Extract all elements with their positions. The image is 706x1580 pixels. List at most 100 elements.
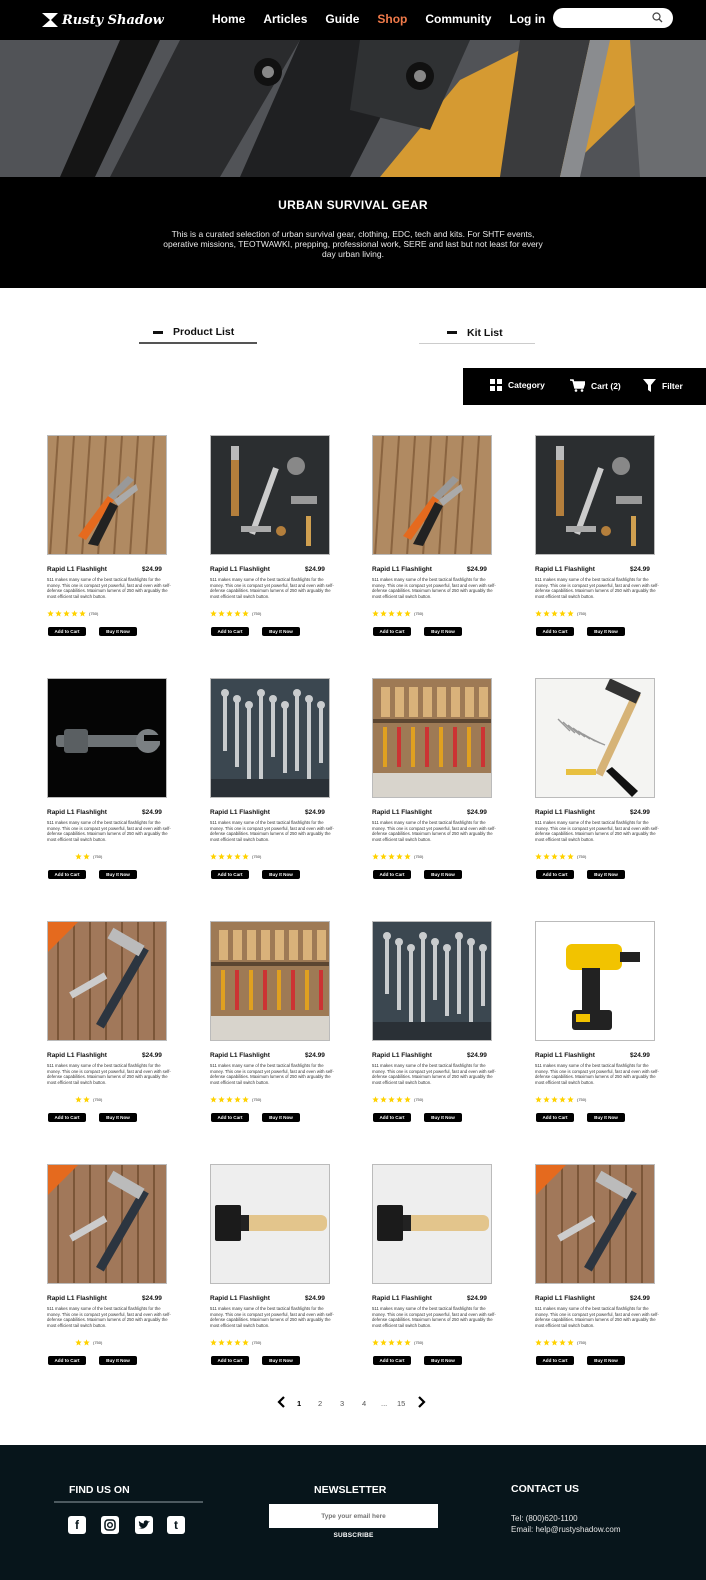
- nav-login[interactable]: Log in: [509, 12, 545, 26]
- product-image[interactable]: [210, 921, 330, 1041]
- category-button[interactable]: Category: [490, 379, 545, 391]
- add-to-cart-button[interactable]: Add to Cart: [536, 870, 574, 879]
- product-name[interactable]: Rapid L1 Flashlight: [47, 1052, 107, 1059]
- product-image[interactable]: [47, 921, 167, 1041]
- product-name[interactable]: Rapid L1 Flashlight: [372, 1295, 432, 1302]
- add-to-cart-button[interactable]: Add to Cart: [211, 1356, 249, 1365]
- product-image[interactable]: [535, 678, 655, 798]
- product-image[interactable]: [535, 1164, 655, 1284]
- facebook-icon[interactable]: f: [68, 1516, 86, 1534]
- nav-home[interactable]: Home: [212, 12, 245, 26]
- footer: FIND US ON f t NEWSLETTER SUBSCRIBE CONT…: [0, 1445, 706, 1580]
- buy-now-button[interactable]: Buy It Now: [99, 1113, 137, 1122]
- add-to-cart-button[interactable]: Add to Cart: [536, 1113, 574, 1122]
- nav-community[interactable]: Community: [425, 12, 491, 26]
- add-to-cart-button[interactable]: Add to Cart: [211, 627, 249, 636]
- product-name[interactable]: Rapid L1 Flashlight: [372, 1052, 432, 1059]
- product-name[interactable]: Rapid L1 Flashlight: [47, 1295, 107, 1302]
- product-name[interactable]: Rapid L1 Flashlight: [210, 1052, 270, 1059]
- product-image[interactable]: [372, 1164, 492, 1284]
- page-15[interactable]: 15: [397, 1399, 405, 1408]
- buy-now-button[interactable]: Buy It Now: [424, 1113, 462, 1122]
- add-to-cart-button[interactable]: Add to Cart: [48, 870, 86, 879]
- search-input[interactable]: [563, 8, 659, 28]
- buy-now-button[interactable]: Buy It Now: [424, 627, 462, 636]
- buy-now-button[interactable]: Buy It Now: [587, 1113, 625, 1122]
- product-image[interactable]: [372, 678, 492, 798]
- buy-now-button[interactable]: Buy It Now: [587, 870, 625, 879]
- product-name[interactable]: Rapid L1 Flashlight: [535, 809, 595, 816]
- product-name[interactable]: Rapid L1 Flashlight: [535, 1052, 595, 1059]
- instagram-icon[interactable]: [101, 1516, 119, 1534]
- product-price: $24.99: [142, 566, 162, 573]
- product-name[interactable]: Rapid L1 Flashlight: [210, 1295, 270, 1302]
- product-image[interactable]: [372, 921, 492, 1041]
- buy-now-button[interactable]: Buy It Now: [424, 1356, 462, 1365]
- buy-now-button[interactable]: Buy It Now: [424, 870, 462, 879]
- add-to-cart-button[interactable]: Add to Cart: [48, 1356, 86, 1365]
- prev-page-icon[interactable]: [277, 1396, 286, 1410]
- product-name[interactable]: Rapid L1 Flashlight: [47, 566, 107, 573]
- product-name[interactable]: Rapid L1 Flashlight: [372, 566, 432, 573]
- page-3[interactable]: 3: [340, 1399, 344, 1408]
- add-to-cart-button[interactable]: Add to Cart: [211, 1113, 249, 1122]
- search-icon[interactable]: [652, 12, 663, 23]
- tumblr-icon[interactable]: t: [167, 1516, 185, 1534]
- product-description: 511 makes many some of the best tactical…: [372, 577, 496, 599]
- product-name[interactable]: Rapid L1 Flashlight: [210, 566, 270, 573]
- add-to-cart-button[interactable]: Add to Cart: [536, 627, 574, 636]
- nav-articles[interactable]: Articles: [263, 12, 307, 26]
- twitter-icon[interactable]: [135, 1516, 153, 1534]
- buy-now-button[interactable]: Buy It Now: [262, 870, 300, 879]
- add-to-cart-button[interactable]: Add to Cart: [536, 1356, 574, 1365]
- product-price: $24.99: [630, 1295, 650, 1302]
- buy-now-button[interactable]: Buy It Now: [587, 627, 625, 636]
- product-name[interactable]: Rapid L1 Flashlight: [535, 1295, 595, 1302]
- product-image[interactable]: [210, 678, 330, 798]
- product-name[interactable]: Rapid L1 Flashlight: [210, 809, 270, 816]
- add-to-cart-button[interactable]: Add to Cart: [48, 627, 86, 636]
- contact-email[interactable]: Email: help@rustyshadow.com: [511, 1524, 621, 1535]
- product-name[interactable]: Rapid L1 Flashlight: [535, 566, 595, 573]
- add-to-cart-button[interactable]: Add to Cart: [373, 627, 411, 636]
- product-image[interactable]: [47, 678, 167, 798]
- buy-now-button[interactable]: Buy It Now: [262, 1113, 300, 1122]
- add-to-cart-button[interactable]: Add to Cart: [373, 1113, 411, 1122]
- buy-now-button[interactable]: Buy It Now: [99, 1356, 137, 1365]
- buy-now-button[interactable]: Buy It Now: [99, 627, 137, 636]
- product-image[interactable]: [372, 435, 492, 555]
- tab-kit-list[interactable]: Kit List: [419, 322, 535, 344]
- page-1[interactable]: 1: [297, 1399, 301, 1408]
- tab-product-list[interactable]: Product List: [139, 322, 257, 344]
- subscribe-button[interactable]: SUBSCRIBE: [269, 1532, 438, 1539]
- buy-now-button[interactable]: Buy It Now: [587, 1356, 625, 1365]
- page-4[interactable]: 4: [362, 1399, 366, 1408]
- star-icon: [372, 853, 379, 860]
- product-image[interactable]: [535, 921, 655, 1041]
- product-image[interactable]: [47, 435, 167, 555]
- product-image[interactable]: [47, 1164, 167, 1284]
- product-description: 511 makes many some of the best tactical…: [47, 820, 171, 842]
- buy-now-button[interactable]: Buy It Now: [262, 627, 300, 636]
- buy-now-button[interactable]: Buy It Now: [262, 1356, 300, 1365]
- product-name[interactable]: Rapid L1 Flashlight: [47, 809, 107, 816]
- add-to-cart-button[interactable]: Add to Cart: [211, 870, 249, 879]
- star-icon: [210, 853, 217, 860]
- add-to-cart-button[interactable]: Add to Cart: [373, 1356, 411, 1365]
- nav-shop[interactable]: Shop: [377, 12, 407, 26]
- star-icon: [535, 1339, 542, 1346]
- product-image[interactable]: [210, 435, 330, 555]
- brand-logo[interactable]: Rusty Shadow: [42, 12, 164, 28]
- nav-guide[interactable]: Guide: [325, 12, 359, 26]
- add-to-cart-button[interactable]: Add to Cart: [48, 1113, 86, 1122]
- page-2[interactable]: 2: [318, 1399, 322, 1408]
- email-field[interactable]: [269, 1504, 438, 1528]
- cart-button[interactable]: Cart (2): [570, 379, 621, 392]
- next-page-icon[interactable]: [417, 1396, 426, 1410]
- buy-now-button[interactable]: Buy It Now: [99, 870, 137, 879]
- add-to-cart-button[interactable]: Add to Cart: [373, 870, 411, 879]
- product-name[interactable]: Rapid L1 Flashlight: [372, 809, 432, 816]
- filter-button[interactable]: Filter: [643, 379, 683, 392]
- product-image[interactable]: [210, 1164, 330, 1284]
- product-image[interactable]: [535, 435, 655, 555]
